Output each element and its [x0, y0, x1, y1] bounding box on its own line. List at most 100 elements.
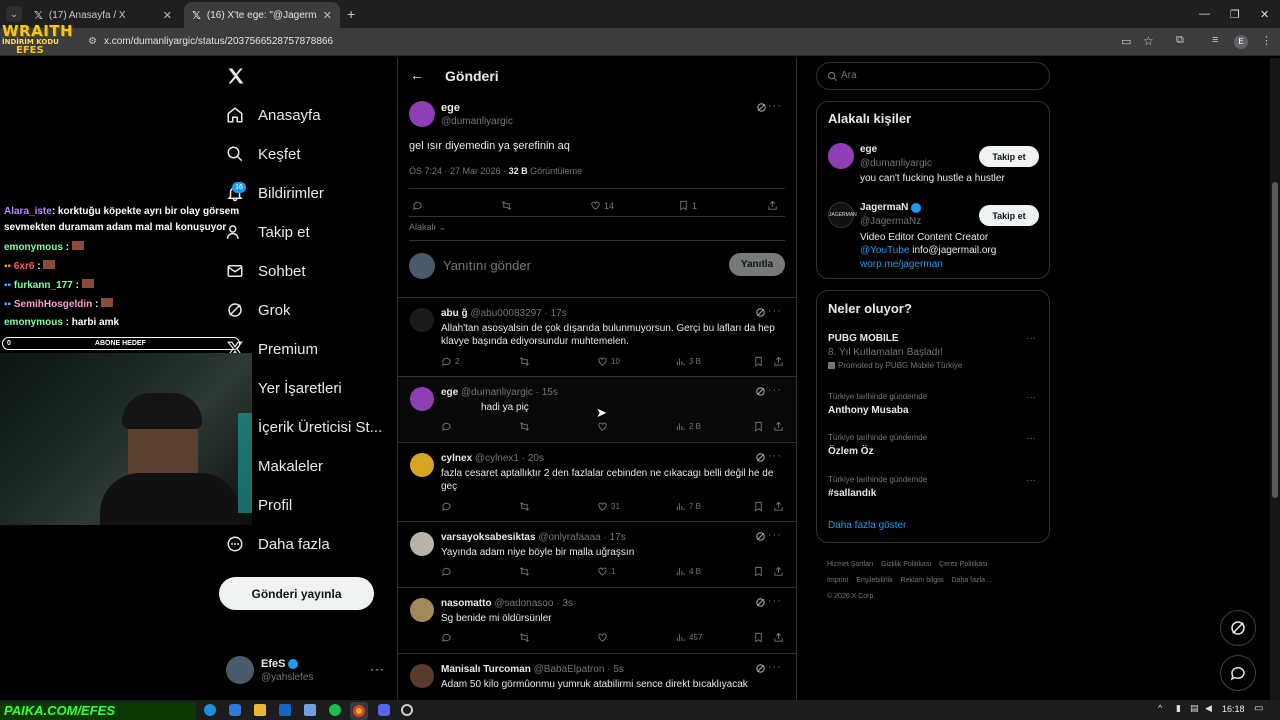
tab-search-button[interactable]: ⌄ [6, 6, 22, 22]
reply-item[interactable]: ege @dumanliyargic · 15s ··· hadi ya piç… [398, 377, 796, 441]
follow-button[interactable]: Takip et [979, 146, 1039, 167]
close-window-button[interactable]: ✕ [1260, 8, 1269, 21]
search-box[interactable]: Ara [816, 62, 1050, 90]
like-button[interactable] [597, 421, 608, 432]
reply-more-icon[interactable]: ··· [768, 384, 782, 396]
share-button[interactable] [773, 632, 784, 643]
reply-handle[interactable]: @dumanliyargic · 15s [461, 387, 558, 398]
like-button[interactable]: 31 [597, 501, 620, 512]
like-button[interactable]: 1 [597, 566, 615, 577]
person-name[interactable]: ege [860, 144, 877, 155]
avatar[interactable] [828, 143, 854, 169]
x-logo[interactable] [226, 66, 246, 86]
grok-fab[interactable] [1220, 610, 1256, 646]
reply-item[interactable]: Manisalı Turcoman @BabaElpatron · 5s ···… [398, 654, 796, 700]
obs-icon[interactable] [401, 704, 413, 716]
repost-button[interactable] [501, 200, 512, 211]
outlook-icon[interactable] [279, 704, 291, 716]
page-scrollbar[interactable] [1270, 58, 1280, 700]
reply-more-icon[interactable]: ··· [768, 661, 782, 673]
grok-icon[interactable] [755, 663, 766, 674]
reply-button[interactable] [412, 200, 423, 211]
bookmark-button[interactable]: 1 [678, 200, 697, 211]
trend-item[interactable]: Türkiye tarihinde gündemde Anthony Musab… [828, 392, 1038, 422]
repost-button[interactable] [519, 356, 530, 367]
avatar[interactable]: JAGERMAN [828, 202, 857, 228]
reply-button[interactable] [441, 632, 452, 643]
browser-tab-status[interactable]: 𝕏 (16) X'te ege: "@JagermaNz ge ✕ [184, 2, 340, 28]
show-more-link[interactable]: Daha fazla göster [828, 520, 906, 531]
grok-icon[interactable] [755, 531, 766, 542]
bookmark-button[interactable] [753, 566, 764, 577]
reply-button[interactable]: 2 [441, 356, 459, 367]
url-field[interactable]: x.com/dumanliyargic/status/2037566528757… [104, 36, 333, 47]
grok-icon[interactable] [755, 307, 766, 318]
copilot-icon[interactable] [229, 704, 241, 716]
reply-handle[interactable]: @sadonasoo · 3s [494, 598, 573, 609]
footer-link[interactable]: Daha fazla ... [952, 577, 993, 584]
reply-more-icon[interactable]: ··· [768, 305, 782, 317]
menu-icon[interactable]: ⋮ [1261, 34, 1272, 47]
grok-icon[interactable] [755, 386, 766, 397]
new-tab-button[interactable]: + [347, 6, 355, 22]
notifications-icon[interactable]: ▭ [1254, 703, 1263, 714]
bookmark-star-icon[interactable]: ☆ [1143, 34, 1154, 48]
views-button[interactable]: 3 B [675, 356, 701, 367]
reply-item[interactable]: cylnex @cylnex1 · 20s ··· fazla cesaret … [398, 443, 796, 521]
explorer-icon[interactable] [254, 704, 266, 716]
footer-link[interactable]: Imprint [827, 577, 848, 584]
account-more-icon[interactable]: ··· [370, 662, 385, 676]
taskbar-clock[interactable]: 16:18 [1222, 704, 1245, 714]
reply-handle[interactable]: @onlyrafaaaa · 17s [538, 532, 625, 543]
trend-item[interactable]: Türkiye tarihinde gündemde Özlem Öz ··· [828, 433, 1038, 463]
grok-icon[interactable] [755, 452, 766, 463]
back-arrow-icon[interactable]: ← [410, 67, 424, 83]
reply-author[interactable]: varsayoksabesiktas [441, 532, 536, 543]
trend-more-icon[interactable]: ··· [1026, 433, 1036, 444]
reply-more-icon[interactable]: ··· [768, 529, 782, 541]
nav-item-explore[interactable]: Keşfet [226, 145, 301, 163]
trend-more-icon[interactable]: ··· [1026, 475, 1036, 486]
trend-item[interactable]: PUBG MOBILE 8. Yıl Kutlamaları Başladı! … [828, 333, 1038, 370]
trend-more-icon[interactable]: ··· [1026, 333, 1036, 344]
reply-author[interactable]: nasomatto [441, 598, 492, 609]
bookmark-button[interactable] [753, 632, 764, 643]
share-button[interactable] [767, 200, 778, 211]
reply-item[interactable]: varsayoksabesiktas @onlyrafaaaa · 17s ··… [398, 522, 796, 586]
bookmark-button[interactable] [753, 421, 764, 432]
reply-author[interactable]: ege [441, 387, 458, 398]
reply-item[interactable]: abu ğ @abu00083297 · 17s ··· Allah'tan a… [398, 298, 796, 376]
reply-button[interactable] [441, 421, 452, 432]
minimize-button[interactable]: — [1199, 8, 1210, 20]
reply-more-icon[interactable]: ··· [768, 450, 782, 462]
reply-item[interactable]: nasomatto @sadonasoo · 3s ··· Sg benide … [398, 588, 796, 652]
share-button[interactable] [773, 566, 784, 577]
footer-link[interactable]: Erişilebilirlik [856, 577, 893, 584]
person-handle[interactable]: @JagermaNz [860, 216, 921, 227]
close-tab-icon[interactable]: ✕ [323, 9, 332, 22]
sort-dropdown[interactable]: Alakalı ⌄ [409, 222, 446, 233]
chrome-icon[interactable] [350, 702, 368, 720]
cast-icon[interactable]: ▭ [1121, 35, 1131, 48]
like-button[interactable] [597, 632, 608, 643]
trend-more-icon[interactable]: ··· [1026, 392, 1036, 403]
views-button[interactable]: 2 B [675, 421, 701, 432]
maximize-button[interactable]: ❐ [1230, 8, 1240, 21]
close-tab-icon[interactable]: ✕ [163, 9, 172, 22]
post-button[interactable]: Gönderi yayınla [219, 577, 374, 610]
tray-volume-icon[interactable]: ◀ [1205, 703, 1212, 714]
tray-network-icon[interactable]: ▤ [1190, 703, 1199, 714]
avatar[interactable] [410, 308, 434, 332]
discord-icon[interactable] [378, 704, 390, 716]
scrollbar-thumb[interactable] [1272, 182, 1278, 498]
follow-button[interactable]: Takip et [979, 205, 1039, 226]
avatar[interactable] [410, 387, 434, 411]
reply-author[interactable]: abu ğ [441, 308, 468, 319]
footer-link[interactable]: Gizlilik Politikası [881, 561, 931, 568]
profile-avatar[interactable]: E [1234, 35, 1248, 49]
bio-link-website[interactable]: worp.me/jagerman [860, 259, 943, 270]
reply-submit-button[interactable]: Yanıtla [729, 253, 785, 276]
bookmark-button[interactable] [753, 356, 764, 367]
reply-input[interactable]: Yanıtını gönder [443, 258, 531, 273]
like-button[interactable]: 14 [590, 200, 614, 211]
